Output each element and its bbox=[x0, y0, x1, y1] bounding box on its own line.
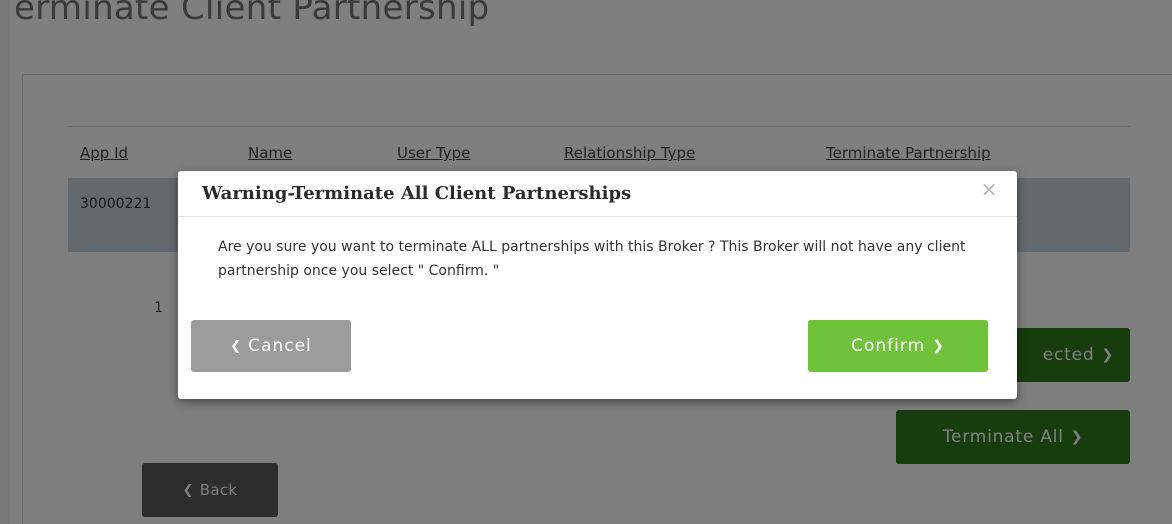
dialog-header: Warning-Terminate All Client Partnership… bbox=[178, 171, 1017, 217]
cancel-label: Cancel bbox=[248, 336, 312, 356]
chevron-left-icon: ❮ bbox=[230, 338, 243, 354]
page: erminate Client Partnership App Id Name … bbox=[0, 0, 1172, 524]
dialog-message: Are you sure you want to terminate ALL p… bbox=[218, 239, 966, 279]
confirm-label: Confirm bbox=[851, 336, 926, 356]
warning-dialog: Warning-Terminate All Client Partnership… bbox=[178, 171, 1017, 399]
confirm-button[interactable]: Confirm ❯ bbox=[808, 320, 988, 372]
chevron-right-icon: ❯ bbox=[932, 338, 945, 354]
dialog-title: Warning-Terminate All Client Partnership… bbox=[202, 183, 632, 204]
cancel-button[interactable]: ❮ Cancel bbox=[191, 320, 351, 372]
close-icon[interactable]: × bbox=[979, 179, 999, 199]
